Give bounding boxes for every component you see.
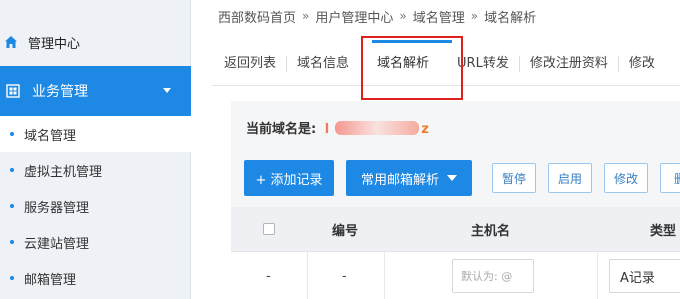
table-row: - - 默认为: @ A记录 <box>231 251 680 299</box>
sidebar-group-label: 业务管理 <box>32 84 88 100</box>
sidebar-item-label: 域名管理 <box>24 128 77 144</box>
breadcrumb-domain-manage[interactable]: 域名管理 <box>413 7 465 26</box>
column-divider <box>307 252 308 299</box>
sidebar-list: 域名管理 虚拟主机管理 服务器管理 云建站管理 邮箱管理 <box>0 116 191 296</box>
breadcrumb-separator: » <box>399 9 407 23</box>
redacted-domain <box>335 121 420 135</box>
sidebar-item-server[interactable]: 服务器管理 <box>0 188 191 224</box>
breadcrumb-home[interactable]: 西部数码首页 <box>218 7 296 26</box>
chevron-down-icon <box>163 88 171 93</box>
breadcrumb-current: 域名解析 <box>484 10 537 26</box>
bullet-icon <box>10 276 14 280</box>
toolbar: + 添加记录 常用邮箱解析 暂停 启用 修改 删 <box>244 160 680 196</box>
sidebar-item-label: 邮箱管理 <box>24 272 77 288</box>
sidebar-item-domain[interactable]: 域名管理 <box>0 116 191 152</box>
bullet-icon <box>10 168 14 172</box>
column-id: 编号 <box>332 223 359 239</box>
breadcrumb: 西部数码首页 » 用户管理中心 » 域名管理 » 域名解析 <box>218 6 536 26</box>
tab-back-to-list[interactable]: 返回列表 <box>212 56 286 72</box>
sidebar-group-business[interactable]: 业务管理 <box>0 66 191 116</box>
add-record-button[interactable]: + 添加记录 <box>244 160 334 196</box>
select-all-checkbox[interactable] <box>263 223 275 235</box>
caret-down-icon <box>447 175 457 181</box>
row-id-cell: - <box>342 268 347 284</box>
mail-button-label: 常用邮箱解析 <box>360 172 439 188</box>
sidebar-item-mailbox[interactable]: 邮箱管理 <box>0 260 191 296</box>
row-type-cell: A记录 <box>609 252 680 299</box>
bullet-icon <box>10 240 14 244</box>
breadcrumb-separator: » <box>470 9 479 23</box>
bullet-icon <box>10 132 14 136</box>
delete-button[interactable]: 删 <box>660 163 680 193</box>
sidebar-item-vhost[interactable]: 虚拟主机管理 <box>0 152 191 188</box>
record-type-select[interactable]: A记录 <box>609 259 680 293</box>
edit-button[interactable]: 修改 <box>604 163 648 193</box>
column-divider <box>384 252 385 299</box>
column-type: 类型 <box>650 223 677 239</box>
sidebar-item-label: 云建站管理 <box>24 236 90 252</box>
sidebar-item-site-builder[interactable]: 云建站管理 <box>0 224 191 260</box>
sidebar-item-label: 服务器管理 <box>24 200 90 216</box>
column-divider <box>597 252 598 299</box>
grid-icon <box>6 84 20 98</box>
tab-edit-registration[interactable]: 修改注册资料 <box>518 55 618 72</box>
sidebar-header-label: 管理中心 <box>28 36 81 52</box>
row-host-cell: 默认为: @ <box>452 252 534 299</box>
row-select-cell: - <box>266 268 271 284</box>
bullet-icon <box>10 204 14 208</box>
pause-button[interactable]: 暂停 <box>492 163 536 193</box>
highlight-annotation <box>361 36 463 100</box>
tab-domain-info[interactable]: 域名信息 <box>286 55 359 72</box>
table-header: 编号 主机名 类型 <box>231 207 680 251</box>
tab-edit[interactable]: 修改 <box>617 55 665 72</box>
domain-end: z <box>421 122 429 137</box>
select-all-cell <box>263 207 275 251</box>
breadcrumb-separator: » <box>302 9 310 23</box>
domain-start: l <box>324 122 330 137</box>
current-domain-label: 当前域名是: <box>246 122 317 137</box>
sidebar-header[interactable]: 管理中心 <box>0 24 191 60</box>
sidebar: 管理中心 业务管理 域名管理 虚拟主机管理 服务器管理 云建站管理 邮箱管理 <box>0 0 191 299</box>
current-domain: 当前域名是: l z <box>246 118 429 137</box>
column-host: 主机名 <box>471 223 511 239</box>
common-mail-resolve-button[interactable]: 常用邮箱解析 <box>346 160 472 196</box>
enable-button[interactable]: 启用 <box>548 163 592 193</box>
home-icon <box>5 36 17 48</box>
host-input[interactable]: 默认为: @ <box>452 259 534 293</box>
breadcrumb-user-center[interactable]: 用户管理中心 <box>315 7 393 26</box>
sidebar-item-label: 虚拟主机管理 <box>24 164 103 180</box>
